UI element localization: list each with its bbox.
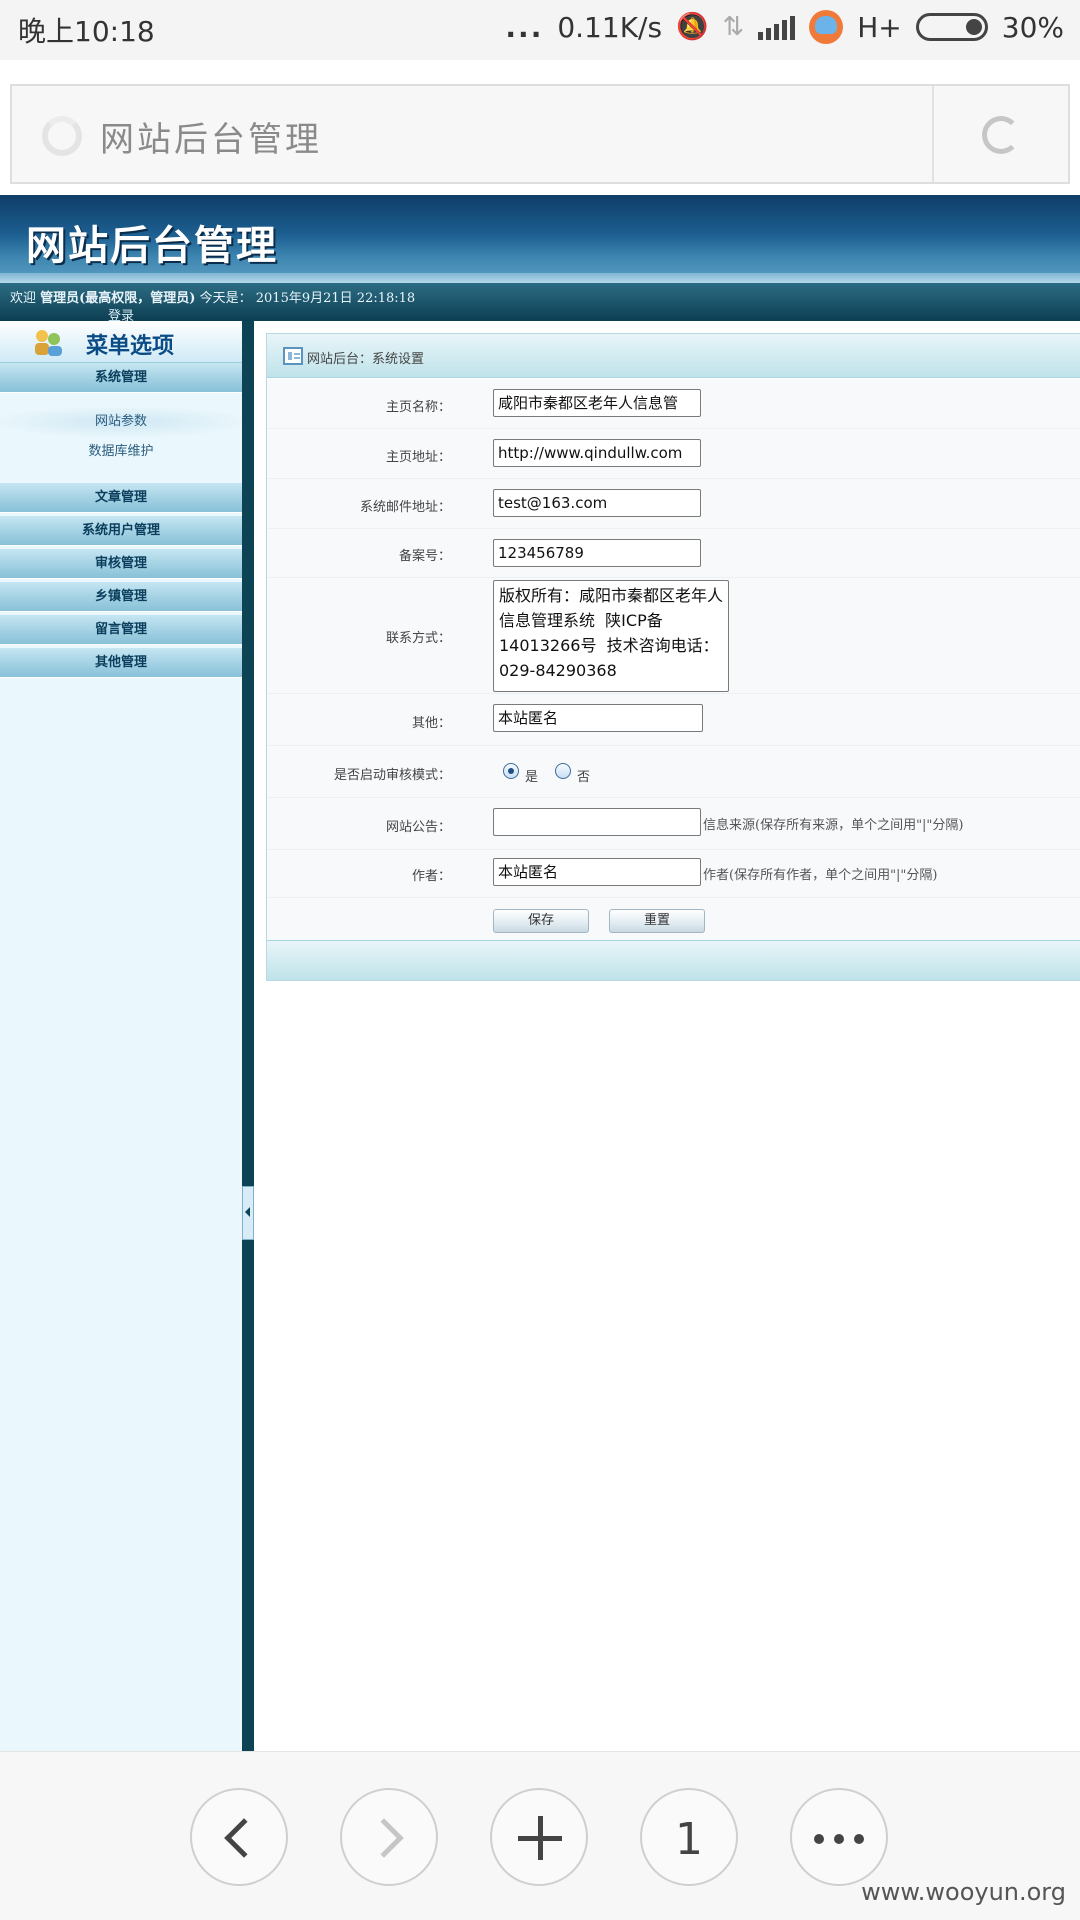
system-submenu: 网站参数 数据库维护 [0, 393, 242, 481]
row-contact: 联系方式： [267, 578, 1080, 694]
site-header: 网站后台管理 [0, 195, 1080, 283]
collapse-handle-icon[interactable] [242, 1186, 254, 1240]
row-icp: 备案号： 123456789 [267, 529, 1080, 578]
save-button[interactable]: 保存 [493, 909, 589, 933]
row-audit-mode: 是否启动审核模式： 是 否 [267, 746, 1080, 798]
forward-icon [364, 1818, 404, 1858]
panel-footer [267, 940, 1080, 980]
settings-form: 主页名称： 咸阳市秦都区老年人信息管 主页地址： http://www.qind… [267, 379, 1080, 950]
reload-icon[interactable] [982, 116, 1020, 154]
tab-count: 1 [675, 1814, 703, 1865]
network-speed: 0.11K/s [557, 10, 663, 44]
document-icon [283, 347, 303, 365]
menu-messages[interactable]: 留言管理 [0, 615, 242, 645]
contact-textarea[interactable] [493, 580, 729, 692]
menu-system[interactable]: 系统管理 [0, 363, 242, 393]
panel-header: 网站后台：系统设置 [267, 334, 1080, 378]
more-button[interactable] [790, 1788, 888, 1886]
settings-panel: 网站后台：系统设置 主页名称： 咸阳市秦都区老年人信息管 主页地址： http:… [266, 333, 1080, 981]
audit-no-radio[interactable] [555, 763, 571, 779]
menu-audit[interactable]: 审核管理 [0, 549, 242, 579]
breadcrumb: 网站后台：系统设置 [307, 352, 425, 367]
row-home-url: 主页地址： http://www.qindullw.com [267, 429, 1080, 479]
address-divider [932, 86, 934, 182]
battery-icon [915, 13, 988, 41]
sub-item-db-maintenance[interactable]: 数据库维护 [0, 437, 242, 467]
status-icons: ... 0.11K/s 🔕 ⇅ H+ 30% [505, 10, 1064, 44]
forward-button[interactable] [340, 1788, 438, 1886]
menu-system-users[interactable]: 系统用户管理 [0, 516, 242, 546]
battery-level: 30% [1001, 10, 1064, 44]
welcome-bar: 欢迎 管理员(最高权限，管理员) 今天是： 2015年9月21日 22:18:1… [0, 283, 1080, 324]
address-bar[interactable]: 网站后台管理 [10, 84, 1070, 184]
back-icon [224, 1818, 264, 1858]
main-content: 网站后台：系统设置 主页名称： 咸阳市秦都区老年人信息管 主页地址： http:… [254, 321, 1080, 1751]
network-type: H+ [857, 10, 902, 44]
new-tab-button[interactable] [490, 1788, 588, 1886]
author-input[interactable]: 本站匿名 [493, 858, 701, 886]
author-hint: 作者(保存所有作者，单个之间用"|"分隔) [703, 868, 938, 883]
site-logo: 网站后台管理 [26, 223, 278, 269]
more-icon [814, 1834, 864, 1844]
watermark: www.wooyun.org [861, 1878, 1066, 1906]
notification-dots: ... [505, 10, 544, 44]
reset-button[interactable]: 重置 [609, 909, 705, 933]
menu-towns[interactable]: 乡镇管理 [0, 582, 242, 612]
menu-group: 文章管理 系统用户管理 审核管理 乡镇管理 留言管理 其他管理 [0, 483, 242, 678]
row-other: 其他： 本站匿名 [267, 694, 1080, 746]
menu-articles[interactable]: 文章管理 [0, 483, 242, 513]
people-menu-icon [35, 330, 62, 356]
email-input[interactable]: test@163.com [493, 489, 701, 517]
row-notice: 网站公告： 信息来源(保存所有来源，单个之间用"|"分隔) [267, 798, 1080, 850]
current-datetime: 2015年9月21日 22:18:18 [255, 291, 416, 306]
status-bar: 晚上10:18 ... 0.11K/s 🔕 ⇅ H+ 30% [0, 0, 1080, 60]
menu-other[interactable]: 其他管理 [0, 648, 242, 678]
home-name-input[interactable]: 咸阳市秦都区老年人信息管 [493, 389, 701, 417]
sidebar: 菜单选项 系统管理 网站参数 数据库维护 文章管理 系统用户管理 审核管理 乡镇… [0, 321, 242, 1751]
tabs-button[interactable]: 1 [640, 1788, 738, 1886]
loading-circle-icon [42, 116, 82, 156]
sidebar-splitter[interactable] [242, 321, 254, 1751]
home-url-input[interactable]: http://www.qindullw.com [493, 439, 701, 467]
notice-hint: 信息来源(保存所有来源，单个之间用"|"分隔) [703, 818, 964, 833]
app-bunny-icon [809, 10, 844, 44]
row-email: 系统邮件地址： test@163.com [267, 479, 1080, 529]
welcome-text: 欢迎 管理员(最高权限，管理员) 今天是： 2015年9月21日 22:18:1… [10, 291, 416, 306]
current-user: 管理员(最高权限，管理员) [40, 291, 196, 306]
signal-bars-icon [758, 14, 796, 40]
mute-bell-icon: 🔕 [676, 12, 709, 42]
row-author: 作者： 本站匿名 作者(保存所有作者，单个之间用"|"分隔) [267, 850, 1080, 898]
data-arrows-icon: ⇅ [722, 12, 745, 42]
row-home-name: 主页名称： 咸阳市秦都区老年人信息管 [267, 379, 1080, 429]
icp-input[interactable]: 123456789 [493, 539, 701, 567]
other-input[interactable]: 本站匿名 [493, 704, 703, 732]
notice-input[interactable] [493, 808, 701, 836]
status-time: 晚上10:18 [18, 15, 155, 48]
page-title[interactable]: 网站后台管理 [100, 112, 322, 161]
sidebar-title: 菜单选项 [0, 321, 242, 363]
sub-item-site-params[interactable]: 网站参数 [0, 407, 242, 437]
audit-yes-radio[interactable] [503, 763, 519, 779]
back-button[interactable] [190, 1788, 288, 1886]
